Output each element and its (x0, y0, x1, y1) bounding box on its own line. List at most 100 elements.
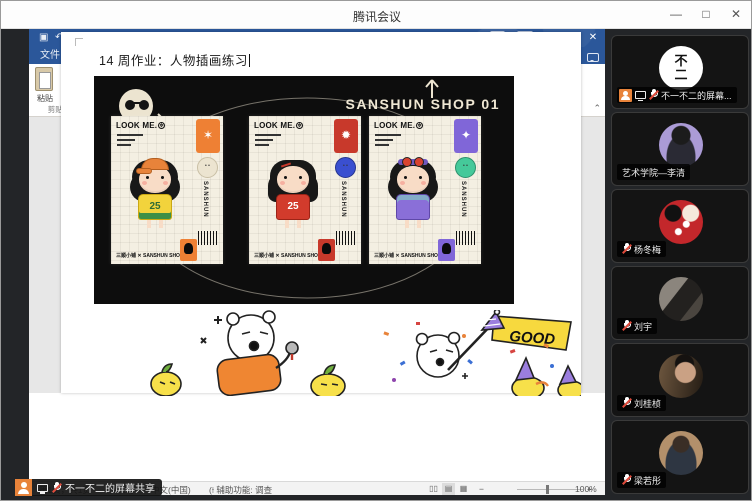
participant-tile[interactable]: 梁若彤 (611, 420, 749, 494)
asterisk-icon: ✲ (296, 122, 303, 129)
document-canvas[interactable]: 14 周作业：人物插画练习 SANSHUN SHOP 01 (29, 29, 605, 393)
participant-nameplate: 刘桂桢 (617, 395, 666, 411)
poster-header: LOOK ME.✲ (374, 121, 423, 130)
good-flag-text: GOOD (509, 328, 556, 348)
mic-muted-icon (622, 243, 631, 255)
face (277, 166, 309, 193)
poster-card-2: LOOK ME.✲ ✹ SANSHUN 25 (249, 116, 361, 264)
share-label: 不一不二的屏幕共享 (65, 480, 155, 495)
jersey: 25 (138, 194, 172, 220)
strip-vertical-text: SANSHUN (340, 181, 346, 218)
document-page[interactable]: 14 周作业：人物插画练习 SANSHUN SHOP 01 (61, 32, 581, 393)
word-close-button[interactable]: ✕ (581, 29, 605, 46)
poster-footer: 三顺小铺 ✕ SANSHUN SHOP (254, 252, 321, 259)
participant-tile[interactable]: 刘宇 (611, 266, 749, 340)
text-cursor (249, 54, 250, 67)
participant-tile[interactable]: 杨冬梅 (611, 189, 749, 263)
paste-button[interactable]: 粘贴 (29, 93, 61, 104)
participant-nameplate: 杨冬梅 (617, 241, 666, 257)
zoom-percentage[interactable]: 100% (575, 484, 597, 494)
avatar: 不二 (659, 46, 703, 90)
mic-muted-icon (622, 397, 631, 409)
avatar (659, 277, 703, 321)
barcode (336, 231, 356, 245)
share-pill-body: 不一不二的屏幕共享 (32, 479, 162, 496)
board-brand-title: SANSHUN SHOP 01 (345, 96, 500, 112)
margin-crop-mark (75, 38, 83, 46)
mic-muted-icon (622, 320, 631, 332)
poster-side-strip: ✶ SANSHUN (196, 119, 220, 245)
barcode (456, 231, 476, 245)
participant-nameplate: 不一不二的屏幕... (617, 87, 737, 103)
legs (405, 220, 409, 228)
participant-name: 杨冬梅 (634, 243, 661, 256)
collapse-ribbon-icon[interactable]: ⌃ (593, 103, 601, 114)
meeting-close-button[interactable]: ✕ (721, 1, 751, 28)
participant-tile[interactable]: 刘桂桢 (611, 343, 749, 417)
screen-share-icon (37, 484, 48, 492)
screen-share-indicator[interactable]: 不一不二的屏幕共享 (15, 479, 162, 496)
word-window: ▣ ↶ ↻ ▾ 14周作业 - Word 郑军 — ❐ ✕ 文件 开始 插入 设… (29, 29, 605, 495)
participant-tile-sharing[interactable]: 不二 不一不二的屏幕... (611, 35, 749, 109)
participant-nameplate: 艺术学院—李清 (617, 164, 690, 180)
participant-name: 刘宇 (634, 320, 652, 333)
zoom-slider-handle[interactable] (546, 485, 549, 494)
meeting-titlebar: 腾讯会议 — □ ✕ (1, 1, 752, 29)
save-icon[interactable]: ▣ (39, 31, 48, 45)
heading-text: 14 周作业：人物插画练习 (99, 54, 248, 68)
asterisk-icon: ✲ (158, 122, 165, 129)
character-basketball-girl: 25 (267, 154, 319, 232)
strip-color-box: ✦ (454, 119, 478, 153)
participant-name: 刘桂桢 (634, 397, 661, 410)
poster-side-strip: ✹ SANSHUN (334, 119, 358, 245)
participant-nameplate: 刘宇 (617, 318, 657, 334)
screen-share-icon (635, 91, 646, 99)
barcode (198, 231, 218, 245)
poster-header: LOOK ME.✲ (116, 121, 165, 130)
poster-badge (438, 239, 455, 261)
jersey-number: 25 (149, 201, 160, 212)
legs (285, 220, 289, 228)
participant-name: 不一不二的屏幕... (661, 89, 732, 102)
poster-footer: 三顺小铺 ✕ SANSHUN SHOP (116, 252, 183, 259)
zoom-out-button[interactable]: − (479, 484, 484, 494)
print-layout-view-icon[interactable]: ▤ (442, 483, 455, 495)
paste-icon[interactable] (35, 67, 53, 91)
poster-board-image[interactable]: SANSHUN SHOP 01 LOOK ME.✲ ✶ SANSHUN (94, 76, 514, 304)
strip-sticker (335, 157, 356, 178)
poster-badge (180, 239, 197, 261)
poster-side-strip: ✦ SANSHUN (454, 119, 478, 245)
character-soccer-girl: 25 (129, 154, 181, 232)
accessibility-status[interactable]: (⟊ 辅助功能: 调查 (209, 484, 272, 496)
legs (147, 220, 151, 228)
web-layout-view-icon[interactable]: ▦ (457, 483, 470, 495)
jersey: 25 (276, 194, 310, 220)
jersey-number: 25 (287, 201, 298, 212)
avatar (659, 431, 703, 475)
poster-badge (318, 239, 335, 261)
read-mode-view-icon[interactable]: ▯▯ (427, 483, 440, 495)
poster-header: LOOK ME.✲ (254, 121, 303, 130)
poster-card-1: LOOK ME.✲ ✶ SANSHUN 25 (111, 116, 223, 264)
mic-muted-icon (649, 89, 658, 101)
swimsuit (396, 194, 430, 220)
poster-footer: 三顺小铺 ✕ SANSHUN SHOP (374, 252, 441, 259)
mic-muted-icon (52, 482, 61, 494)
goggles (398, 159, 428, 165)
participant-tile[interactable]: 艺术学院—李清 (611, 112, 749, 186)
meeting-minimize-button[interactable]: — (661, 1, 691, 28)
zoom-slider-track[interactable] (517, 489, 583, 490)
meeting-maximize-button[interactable]: □ (691, 1, 721, 28)
presenter-icon (619, 89, 632, 102)
strip-vertical-text: SANSHUN (202, 181, 208, 218)
participant-name: 艺术学院—李清 (622, 166, 685, 179)
document-heading[interactable]: 14 周作业：人物插画练习 (99, 50, 250, 69)
avatar (659, 123, 703, 167)
asterisk-icon: ✲ (416, 122, 423, 129)
strip-sticker (197, 157, 218, 178)
participant-nameplate: 梁若彤 (617, 472, 666, 488)
strip-sticker (455, 157, 476, 178)
mic-muted-icon (622, 474, 631, 486)
tencent-meeting-window: 腾讯会议 — □ ✕ ▣ ↶ ↻ ▾ 14周作业 - Word 郑军 — ❐ ✕… (0, 0, 752, 501)
comment-icon[interactable] (587, 53, 599, 62)
